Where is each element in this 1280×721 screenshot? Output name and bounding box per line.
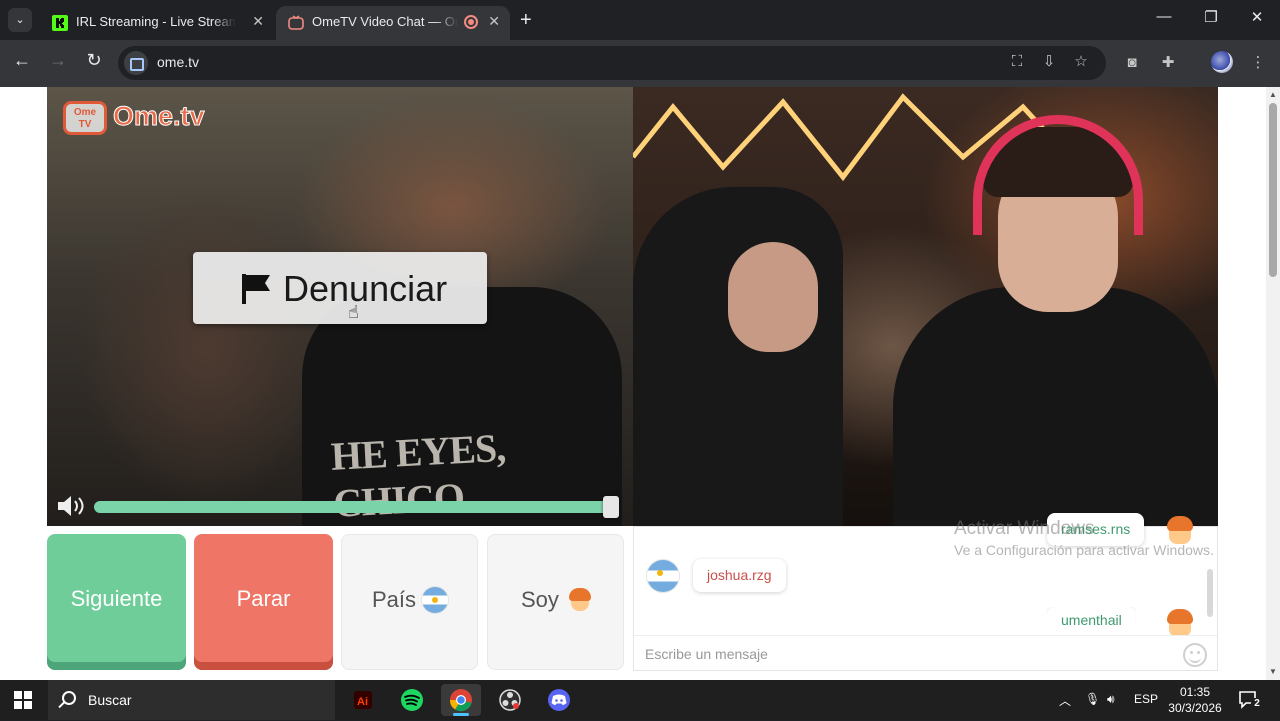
taskbar-app-obs[interactable] xyxy=(490,684,530,716)
gender-label: Soy xyxy=(521,587,559,612)
video-figure xyxy=(633,187,843,526)
search-icon xyxy=(62,691,76,705)
tab-title: OmeTV Video Chat — OmeTV xyxy=(312,14,458,29)
close-window-icon[interactable]: ✕ xyxy=(1242,8,1272,26)
ometv-logo-badge: Ome TV xyxy=(63,101,107,135)
chat-message[interactable]: umenthail xyxy=(1047,607,1136,628)
minimize-icon[interactable]: — xyxy=(1149,8,1179,25)
country-filter-button[interactable]: País xyxy=(341,534,478,670)
tab-ometv[interactable]: OmeTV Video Chat — OmeTV ✕ xyxy=(276,6,510,40)
taskbar-app-discord[interactable] xyxy=(539,684,579,716)
windows-activation-watermark: Activar Windows Ve a Configuración para … xyxy=(954,518,1214,558)
watermark-title: Activar Windows xyxy=(954,518,1095,539)
recording-icon xyxy=(464,15,478,29)
forward-arrow-icon[interactable]: → xyxy=(45,50,71,71)
microphone-icon[interactable]: 🎙︎ xyxy=(1085,692,1100,706)
page-content: HE EYES, CHICO Ome TV Ome.tv Denunciar ☝ xyxy=(0,87,1266,680)
speaker-icon[interactable]: 🔊︎ xyxy=(1107,692,1115,707)
country-label: País xyxy=(372,587,417,612)
taskbar: Buscar Ai ︿ 🎙︎ 🔊︎ ESP 01:35 30/3/2026 2 xyxy=(0,680,1280,720)
page-scrollbar[interactable]: ▲ ▼ xyxy=(1266,87,1280,680)
video-figure xyxy=(893,287,1218,526)
volume-icon[interactable] xyxy=(56,494,86,518)
watermark-subtitle: Ve a Configuración para activar Windows. xyxy=(954,542,1214,558)
taskbar-search-placeholder: Buscar xyxy=(88,692,132,708)
notification-center-icon[interactable]: 2 xyxy=(1238,690,1263,710)
language-indicator[interactable]: ESP xyxy=(1134,692,1158,706)
clock-time: 01:35 xyxy=(1179,685,1211,699)
scroll-down-icon[interactable]: ▼ xyxy=(1269,667,1277,676)
illustrator-icon: Ai xyxy=(354,691,372,709)
stop-button[interactable]: Parar xyxy=(194,534,333,670)
taskbar-app-spotify[interactable] xyxy=(392,684,432,716)
notification-count: 2 xyxy=(1251,698,1263,710)
argentina-flag-icon xyxy=(422,587,448,613)
url-text[interactable]: ome.tv xyxy=(157,54,199,70)
gender-filter-button[interactable]: Soy xyxy=(487,534,624,670)
translate-icon[interactable]: ⛶ xyxy=(1006,51,1028,73)
ometv-icon xyxy=(288,15,304,30)
discord-icon xyxy=(548,689,570,711)
chat-message[interactable]: joshua.rzg xyxy=(693,559,786,592)
report-label: Denunciar xyxy=(283,268,448,309)
browser-toolbar: ← → ↻ ome.tv ⛶ ⇩ ☆ ◙ ✚ ⋮ xyxy=(0,40,1280,87)
logo-badge-bottom: TV xyxy=(78,119,92,130)
bookmark-star-icon[interactable]: ☆ xyxy=(1070,51,1092,73)
obs-icon xyxy=(499,689,521,711)
argentina-flag-icon xyxy=(647,560,679,592)
stop-label: Parar xyxy=(236,586,291,611)
install-app-icon[interactable]: ⇩ xyxy=(1038,51,1060,73)
flag-icon xyxy=(242,274,270,304)
boy-avatar-icon xyxy=(568,588,592,612)
tab-title: IRL Streaming - Live Streams on Kick xyxy=(76,14,236,29)
remote-video xyxy=(633,87,1218,526)
kick-icon xyxy=(52,15,68,31)
new-tab-plus-icon[interactable]: + xyxy=(520,8,532,32)
windows-start-icon[interactable] xyxy=(14,691,32,709)
tab-kick[interactable]: IRL Streaming - Live Streams on Kick ✕ xyxy=(40,6,274,40)
profile-avatar[interactable] xyxy=(1211,51,1233,73)
clock[interactable]: 01:35 30/3/2026 xyxy=(1160,684,1230,716)
logo-text: Ome.tv xyxy=(113,101,206,132)
chat-message-input[interactable]: Escribe un mensaje xyxy=(634,635,1217,671)
volume-slider-handle[interactable] xyxy=(603,496,619,518)
scroll-up-icon[interactable]: ▲ xyxy=(1269,90,1277,99)
local-video: HE EYES, CHICO Ome TV Ome.tv Denunciar ☝ xyxy=(47,87,633,526)
logo-badge-top: Ome xyxy=(73,107,97,118)
tray-chevron-up-icon[interactable]: ︿ xyxy=(1059,692,1071,709)
chat-username: umenthail xyxy=(1061,612,1122,628)
chat-username: joshua.rzg xyxy=(707,567,772,583)
mouse-cursor-icon: ☝ xyxy=(348,302,359,322)
emoji-icon[interactable] xyxy=(1183,643,1207,667)
report-button[interactable]: Denunciar xyxy=(193,252,487,324)
extensions-puzzle-icon[interactable]: ✚ xyxy=(1157,52,1179,74)
svg-text:Ai: Ai xyxy=(357,696,368,708)
address-bar[interactable]: ome.tv ⛶ ⇩ ☆ xyxy=(118,46,1106,80)
tab-list-chevron-icon[interactable]: ⌄ xyxy=(8,8,32,32)
restore-icon[interactable]: ❐ xyxy=(1196,8,1226,26)
boy-avatar-icon xyxy=(1163,607,1195,635)
spotify-icon xyxy=(401,689,423,711)
next-button[interactable]: Siguiente xyxy=(47,534,186,670)
site-info-icon[interactable] xyxy=(124,51,148,75)
volume-slider[interactable] xyxy=(94,501,612,513)
next-label: Siguiente xyxy=(70,586,163,611)
taskbar-search[interactable]: Buscar xyxy=(48,680,335,720)
taskbar-app-chrome[interactable] xyxy=(441,684,481,716)
close-icon[interactable]: ✕ xyxy=(488,13,500,30)
video-figure xyxy=(728,242,818,352)
page-scrollbar-thumb[interactable] xyxy=(1269,103,1277,277)
tab-strip: ⌄ IRL Streaming - Live Streams on Kick ✕… xyxy=(0,0,1280,40)
menu-kebab-icon[interactable]: ⋮ xyxy=(1247,52,1269,74)
close-icon[interactable]: ✕ xyxy=(252,13,264,30)
chrome-icon xyxy=(449,689,472,712)
clock-date: 30/3/2026 xyxy=(1168,701,1222,715)
chat-scrollbar[interactable] xyxy=(1207,569,1213,617)
back-arrow-icon[interactable]: ← xyxy=(9,50,35,71)
reload-icon[interactable]: ↻ xyxy=(81,50,107,71)
taskbar-app-illustrator[interactable]: Ai xyxy=(343,684,383,716)
incognito-extension-icon[interactable]: ◙ xyxy=(1121,52,1143,74)
ometv-logo[interactable]: Ome TV Ome.tv xyxy=(61,95,205,137)
chat-input-placeholder: Escribe un mensaje xyxy=(645,646,768,662)
